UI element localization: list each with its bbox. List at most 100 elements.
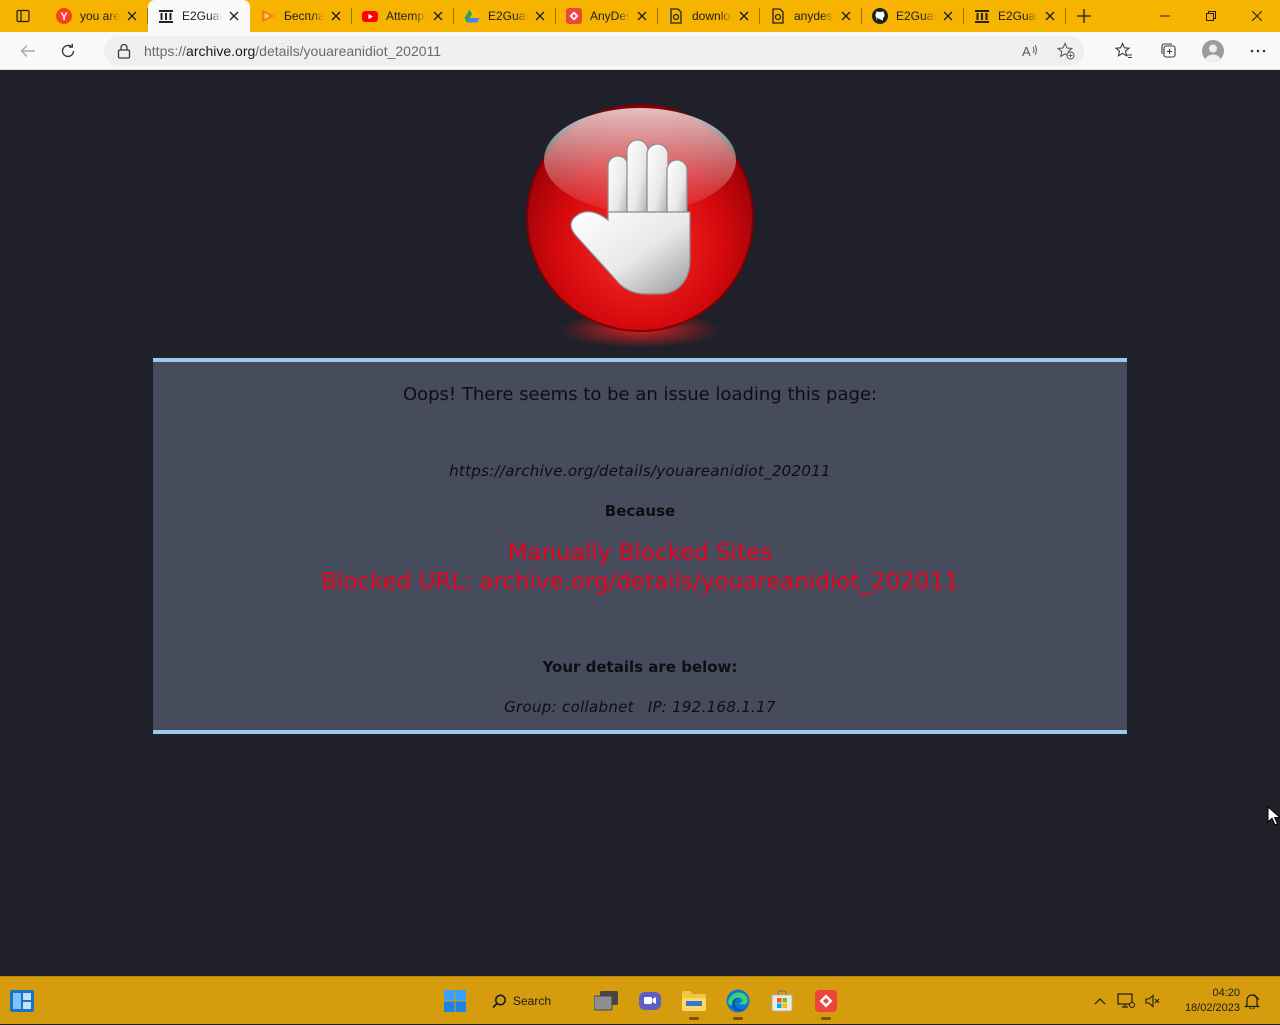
chat-icon <box>639 992 661 1010</box>
blocked-url: https://archive.org/details/youareanidio… <box>449 462 831 480</box>
block-message-panel: Oops! There seems to be an issue loading… <box>153 358 1127 734</box>
user-details: Group: collabnet IP: 192.168.1.17 <box>153 698 1127 716</box>
back-button[interactable] <box>8 35 48 67</box>
taskbar-search-button[interactable]: Search <box>492 989 551 1013</box>
youtube-icon <box>362 8 378 24</box>
url-text[interactable]: https://archive.org/details/youareanidio… <box>144 43 441 59</box>
edge-icon <box>726 989 750 1013</box>
tab[interactable]: Attempt <box>352 0 454 32</box>
tab-active[interactable]: E2Guardian <box>148 0 250 32</box>
close-tab-icon[interactable] <box>532 8 548 24</box>
task-view-button[interactable] <box>590 985 622 1017</box>
favorites-icon <box>1114 42 1132 59</box>
ip-value: IP: 192.168.1.17 <box>647 698 776 716</box>
group-value: Group: collabnet <box>504 698 634 716</box>
toolbar-right <box>1101 32 1280 70</box>
collections-button[interactable] <box>1146 42 1191 60</box>
profile-avatar[interactable] <box>1202 40 1224 62</box>
file-explorer-button[interactable] <box>678 985 710 1020</box>
anydesk-icon <box>815 990 837 1012</box>
block-reason: Manually Blocked Sites <box>507 540 773 566</box>
favorites-button[interactable] <box>1101 42 1146 60</box>
tab[interactable]: download <box>658 0 760 32</box>
document-icon <box>668 8 684 24</box>
microsoft-store-button[interactable] <box>766 985 798 1017</box>
tab-actions-icon <box>16 9 30 23</box>
tab[interactable]: Y you are an idiot <box>46 0 148 32</box>
refresh-icon <box>61 43 75 57</box>
close-tab-icon[interactable] <box>838 8 854 24</box>
because-label: Because <box>604 502 676 520</box>
block-reason-detail: Blocked URL: archive.org/details/youarea… <box>321 569 959 595</box>
address-bar[interactable]: https://archive.org/details/youareanidio… <box>104 36 1084 66</box>
clock[interactable]: 04:20 18/02/2023 <box>1185 986 1240 1016</box>
tab-actions-button[interactable] <box>0 0 46 32</box>
tab-title: E2Guardian <box>488 9 528 23</box>
close-tab-icon[interactable] <box>1042 8 1058 24</box>
search-label: Search <box>513 994 552 1008</box>
yandex-icon: Y <box>56 8 72 24</box>
clock-time: 04:20 <box>1212 987 1240 999</box>
windows-icon <box>444 990 466 1012</box>
refresh-button[interactable] <box>48 35 88 67</box>
restore-button[interactable] <box>1188 0 1234 32</box>
system-tray <box>1088 977 1164 1025</box>
lock-icon[interactable] <box>104 43 144 59</box>
running-indicator <box>821 1017 831 1020</box>
url-path: /details/youareanidiot_202011 <box>255 43 442 59</box>
widgets-icon <box>10 990 34 1012</box>
store-icon <box>771 990 793 1012</box>
close-tab-icon[interactable] <box>226 8 242 24</box>
tab[interactable]: E2Guardian <box>862 0 964 32</box>
tab-title: E2Guardian <box>182 9 222 23</box>
widgets-button[interactable] <box>6 985 38 1017</box>
back-arrow-icon <box>20 44 35 57</box>
window-controls <box>1142 0 1280 32</box>
tab-title: E2Guardian <box>896 9 936 23</box>
teams-chat-button[interactable] <box>634 985 666 1017</box>
close-tab-icon[interactable] <box>328 8 344 24</box>
profile-icon <box>1205 44 1221 62</box>
url-scheme: https:// <box>144 43 187 59</box>
close-tab-icon[interactable] <box>430 8 446 24</box>
tab-title: anydesk <box>794 9 834 23</box>
tab[interactable]: AnyDesk <box>556 0 658 32</box>
new-tab-button[interactable] <box>1066 0 1102 32</box>
folder-icon <box>682 991 706 1011</box>
close-tab-icon[interactable] <box>124 8 140 24</box>
tab[interactable]: E2Guardian <box>454 0 556 32</box>
notifications-button[interactable] <box>1244 977 1260 1025</box>
document-icon <box>770 8 786 24</box>
network-button[interactable] <box>1112 993 1140 1009</box>
tab[interactable]: Бесплатно <box>250 0 352 32</box>
tab[interactable]: E2Guardian <box>964 0 1066 32</box>
close-window-button[interactable] <box>1234 0 1280 32</box>
read-aloud-button[interactable]: A <box>1012 42 1048 60</box>
close-tab-icon[interactable] <box>940 8 956 24</box>
minimize-button[interactable] <box>1142 0 1188 32</box>
mouse-cursor-icon <box>1267 806 1280 826</box>
url-host: archive.org <box>186 43 256 59</box>
tab-strip: Y you are an idiot E2Guardian Бесплатно … <box>0 0 1280 32</box>
page-heading: Oops! There seems to be an issue loading… <box>402 384 878 405</box>
svg-text:Y: Y <box>60 11 68 23</box>
start-button[interactable] <box>439 985 471 1017</box>
tab[interactable]: anydesk <box>760 0 862 32</box>
volume-button[interactable] <box>1140 993 1164 1009</box>
tab-title: E2Guardian <box>998 9 1038 23</box>
tab-title: Attempt <box>386 9 426 23</box>
star-add-icon <box>1057 42 1075 60</box>
drive-icon <box>464 8 480 24</box>
close-icon <box>1252 11 1262 21</box>
settings-menu-button[interactable] <box>1235 49 1280 53</box>
close-tab-icon[interactable] <box>634 8 650 24</box>
stop-hand-icon <box>526 104 754 348</box>
add-favorite-button[interactable] <box>1048 42 1084 60</box>
tab-title: Бесплатно <box>284 9 324 23</box>
clock-date: 18/02/2023 <box>1184 1002 1240 1014</box>
show-hidden-icons-button[interactable] <box>1088 997 1112 1005</box>
anydesk-taskbar-button[interactable] <box>810 985 842 1020</box>
edge-button[interactable] <box>722 985 754 1020</box>
anydesk-icon <box>566 8 582 24</box>
close-tab-icon[interactable] <box>736 8 752 24</box>
